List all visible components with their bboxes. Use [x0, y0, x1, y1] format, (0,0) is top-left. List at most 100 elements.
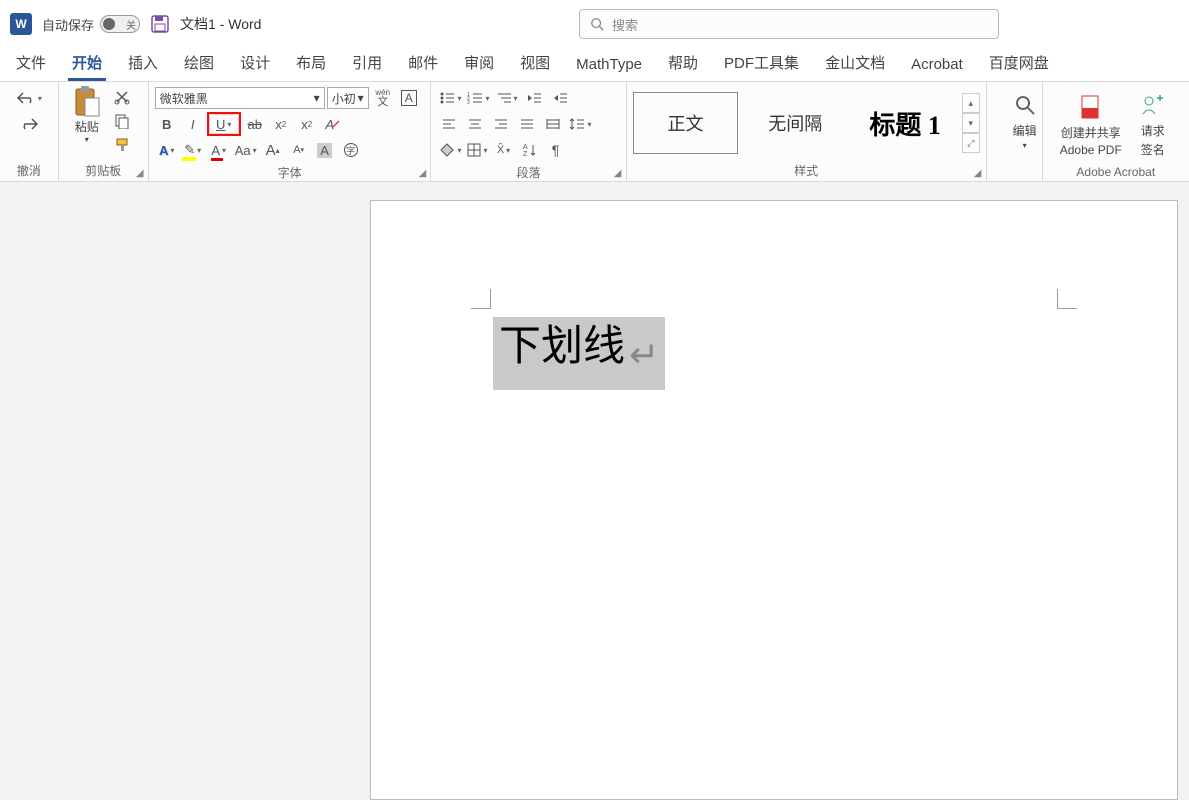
tab-help[interactable]: 帮助: [664, 46, 702, 81]
acrobat-sign-label: 请求: [1141, 122, 1165, 139]
underline-button[interactable]: U▾: [207, 112, 241, 136]
group-font-label: 字体: [155, 162, 425, 181]
distributed-button[interactable]: [541, 112, 565, 136]
style-heading1[interactable]: 标题 1: [852, 92, 958, 154]
paste-dropdown[interactable]: ▾: [85, 135, 89, 144]
enclose-characters-button[interactable]: 字: [339, 138, 363, 162]
tab-references[interactable]: 引用: [348, 46, 386, 81]
tab-view[interactable]: 视图: [516, 46, 554, 81]
asian-layout-button[interactable]: X̂▾: [492, 138, 516, 162]
selected-text[interactable]: 下划线↵: [493, 317, 665, 390]
font-size-value: 小初: [332, 90, 356, 107]
tab-mailings[interactable]: 邮件: [404, 46, 442, 81]
autosave-label: 自动保存: [42, 15, 94, 34]
cut-icon[interactable]: [111, 86, 133, 108]
justify-button[interactable]: [515, 112, 539, 136]
grow-font-button[interactable]: A▴: [261, 138, 285, 162]
tab-draw[interactable]: 绘图: [180, 46, 218, 81]
group-edit: 编辑 ▾: [987, 82, 1043, 181]
tab-insert[interactable]: 插入: [124, 46, 162, 81]
search-icon: [590, 17, 604, 31]
character-border-button[interactable]: A: [397, 86, 421, 110]
save-icon[interactable]: [150, 14, 170, 34]
tab-review[interactable]: 审阅: [460, 46, 498, 81]
increase-indent-button[interactable]: [548, 86, 572, 110]
superscript-button[interactable]: x2: [295, 112, 319, 136]
numbering-button[interactable]: 123▾: [465, 86, 491, 110]
request-signature-button[interactable]: 请求 签名: [1129, 86, 1177, 158]
styles-scroll-down-icon[interactable]: ▾: [962, 113, 980, 133]
tab-file[interactable]: 文件: [12, 46, 50, 81]
styles-scroll[interactable]: ▴ ▾ ⤢: [962, 93, 980, 153]
align-left-button[interactable]: [437, 112, 461, 136]
autosave-control[interactable]: 自动保存 关: [42, 15, 140, 34]
font-color-button[interactable]: A▾: [207, 138, 231, 162]
document-page[interactable]: 下划线↵: [370, 200, 1178, 800]
redo-button[interactable]: [17, 112, 41, 136]
font-name-combo[interactable]: 微软雅黑▾: [155, 87, 325, 109]
svg-text:A: A: [523, 144, 528, 151]
tab-mathtype[interactable]: MathType: [572, 50, 646, 81]
find-icon: [1014, 90, 1036, 120]
undo-button[interactable]: ▾: [14, 86, 44, 110]
character-shading-button[interactable]: A: [313, 138, 337, 162]
borders-button[interactable]: ▾: [465, 138, 489, 162]
show-marks-button[interactable]: ¶: [544, 138, 568, 162]
tab-baidu[interactable]: 百度网盘: [985, 46, 1053, 81]
subscript-button[interactable]: x2: [269, 112, 293, 136]
copy-icon[interactable]: [111, 110, 133, 132]
document-workspace: 下划线↵: [0, 182, 1189, 800]
pdf-icon: [1079, 92, 1103, 122]
font-size-combo[interactable]: 小初▾: [327, 87, 369, 109]
align-right-button[interactable]: [489, 112, 513, 136]
margin-corner-tr-icon: [1057, 289, 1077, 309]
format-painter-icon[interactable]: [111, 134, 133, 156]
paste-icon[interactable]: [73, 86, 101, 118]
svg-text:3: 3: [467, 100, 470, 105]
tab-jinshan[interactable]: 金山文档: [821, 46, 889, 81]
strikethrough-button[interactable]: ab: [243, 112, 267, 136]
create-share-pdf-button[interactable]: 创建并共享 Adobe PDF: [1055, 88, 1127, 157]
shading-button[interactable]: ▾: [437, 138, 463, 162]
text-effects-button[interactable]: A▾: [155, 138, 179, 162]
bold-button[interactable]: B: [155, 112, 179, 136]
clear-formatting-button[interactable]: A: [321, 112, 345, 136]
tab-acrobat[interactable]: Acrobat: [907, 50, 967, 81]
sort-button[interactable]: AZ: [518, 138, 542, 162]
ribbon-tabs: 文件 开始 插入 绘图 设计 布局 引用 邮件 审阅 视图 MathType 帮…: [0, 48, 1189, 82]
align-center-button[interactable]: [463, 112, 487, 136]
bullets-button[interactable]: ▾: [437, 86, 463, 110]
tab-layout[interactable]: 布局: [292, 46, 330, 81]
change-case-button[interactable]: Aa▾: [233, 138, 259, 162]
group-acrobat-label: Adobe Acrobat: [1049, 163, 1183, 179]
font-launcher-icon[interactable]: ◢: [416, 167, 428, 179]
word-logo-icon: W: [10, 13, 32, 35]
phonetic-guide-button[interactable]: wén文: [371, 86, 395, 110]
styles-scroll-up-icon[interactable]: ▴: [962, 93, 980, 113]
highlight-button[interactable]: ✎▾: [181, 138, 205, 162]
selected-text-value: 下划线: [499, 322, 625, 369]
paragraph-launcher-icon[interactable]: ◢: [612, 167, 624, 179]
search-box[interactable]: 搜索: [579, 9, 999, 39]
shrink-font-button[interactable]: A▾: [287, 138, 311, 162]
line-spacing-button[interactable]: ▾: [567, 112, 593, 136]
clipboard-launcher-icon[interactable]: ◢: [134, 167, 146, 179]
document-title: 文档1 - Word: [180, 14, 261, 34]
tab-home[interactable]: 开始: [68, 46, 106, 81]
italic-button[interactable]: I: [181, 112, 205, 136]
styles-launcher-icon[interactable]: ◢: [972, 167, 984, 179]
decrease-indent-button[interactable]: [522, 86, 546, 110]
multilevel-list-button[interactable]: ▾: [494, 86, 520, 110]
tab-pdftools[interactable]: PDF工具集: [720, 46, 803, 81]
acrobat-sign2-label: 签名: [1141, 141, 1165, 158]
group-styles: 正文 无间隔 标题 1 ▴ ▾ ⤢ 样式 ◢: [627, 82, 987, 181]
styles-expand-icon[interactable]: ⤢: [962, 133, 980, 153]
style-no-spacing[interactable]: 无间隔: [742, 92, 848, 154]
group-paragraph-label: 段落: [437, 162, 619, 181]
style-normal[interactable]: 正文: [633, 92, 739, 154]
autosave-toggle[interactable]: 关: [100, 15, 140, 33]
tab-design[interactable]: 设计: [236, 46, 274, 81]
group-clipboard-label: 剪贴板: [65, 160, 142, 179]
font-name-value: 微软雅黑: [160, 90, 208, 107]
paste-label[interactable]: 粘贴: [75, 118, 99, 135]
